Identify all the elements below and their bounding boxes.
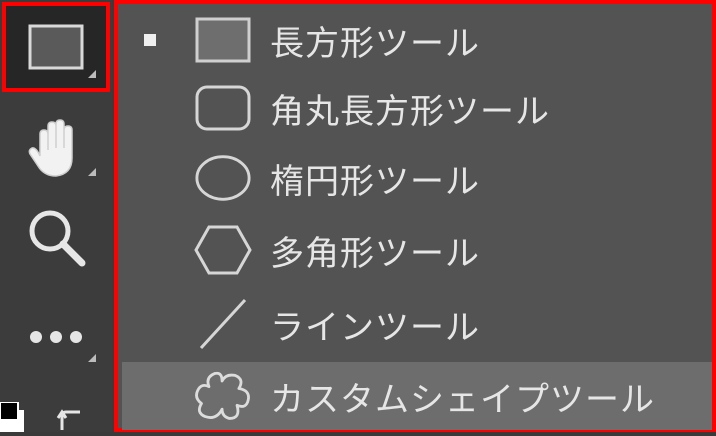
flyout-indicator-icon — [88, 168, 96, 176]
menu-item-label: 角丸長方形ツール — [270, 91, 550, 132]
custom-shape-icon — [194, 367, 252, 425]
menu-item-label: 長方形ツール — [270, 23, 480, 64]
tools-panel — [0, 0, 112, 432]
menu-item-polygon-tool[interactable]: 多角形ツール — [122, 216, 712, 284]
rounded-rectangle-icon — [194, 79, 252, 137]
menu-item-line-tool[interactable]: ラインツール — [122, 290, 712, 358]
more-tools-button[interactable] — [4, 300, 108, 374]
rectangle-tool-button[interactable] — [2, 2, 110, 92]
rectangle-icon — [28, 24, 84, 70]
menu-item-rounded-rectangle-tool[interactable]: 角丸長方形ツール — [122, 74, 712, 142]
menu-item-rectangle-tool[interactable]: 長方形ツール — [122, 6, 712, 74]
swap-arrow-icon — [56, 409, 80, 430]
line-icon — [194, 295, 252, 353]
flyout-indicator-icon — [88, 70, 96, 78]
hand-icon — [26, 116, 86, 180]
hand-tool-button[interactable] — [4, 108, 108, 188]
color-swatch-icon — [0, 401, 24, 432]
ellipse-icon — [194, 149, 252, 207]
menu-item-custom-shape-tool[interactable]: カスタムシェイプツール — [122, 362, 712, 430]
menu-item-ellipse-tool[interactable]: 楕円形ツール — [122, 144, 712, 212]
foreground-background-swatch[interactable] — [0, 401, 30, 432]
shape-tools-flyout-menu: 長方形ツール 角丸長方形ツール 楕円形ツール 多角形ツール ラインツール カスタ… — [114, 0, 716, 432]
menu-item-label: 楕円形ツール — [270, 161, 480, 202]
swap-colors-button[interactable] — [56, 406, 86, 432]
ellipsis-icon — [26, 327, 86, 347]
selected-indicator-icon — [144, 34, 156, 46]
menu-item-label: カスタムシェイプツール — [270, 379, 655, 420]
rectangle-icon — [194, 11, 252, 69]
magnifier-icon — [24, 205, 88, 269]
polygon-icon — [194, 221, 252, 279]
zoom-tool-button[interactable] — [4, 200, 108, 274]
flyout-indicator-icon — [88, 354, 96, 362]
menu-item-label: 多角形ツール — [270, 233, 480, 274]
menu-item-label: ラインツール — [270, 307, 480, 348]
